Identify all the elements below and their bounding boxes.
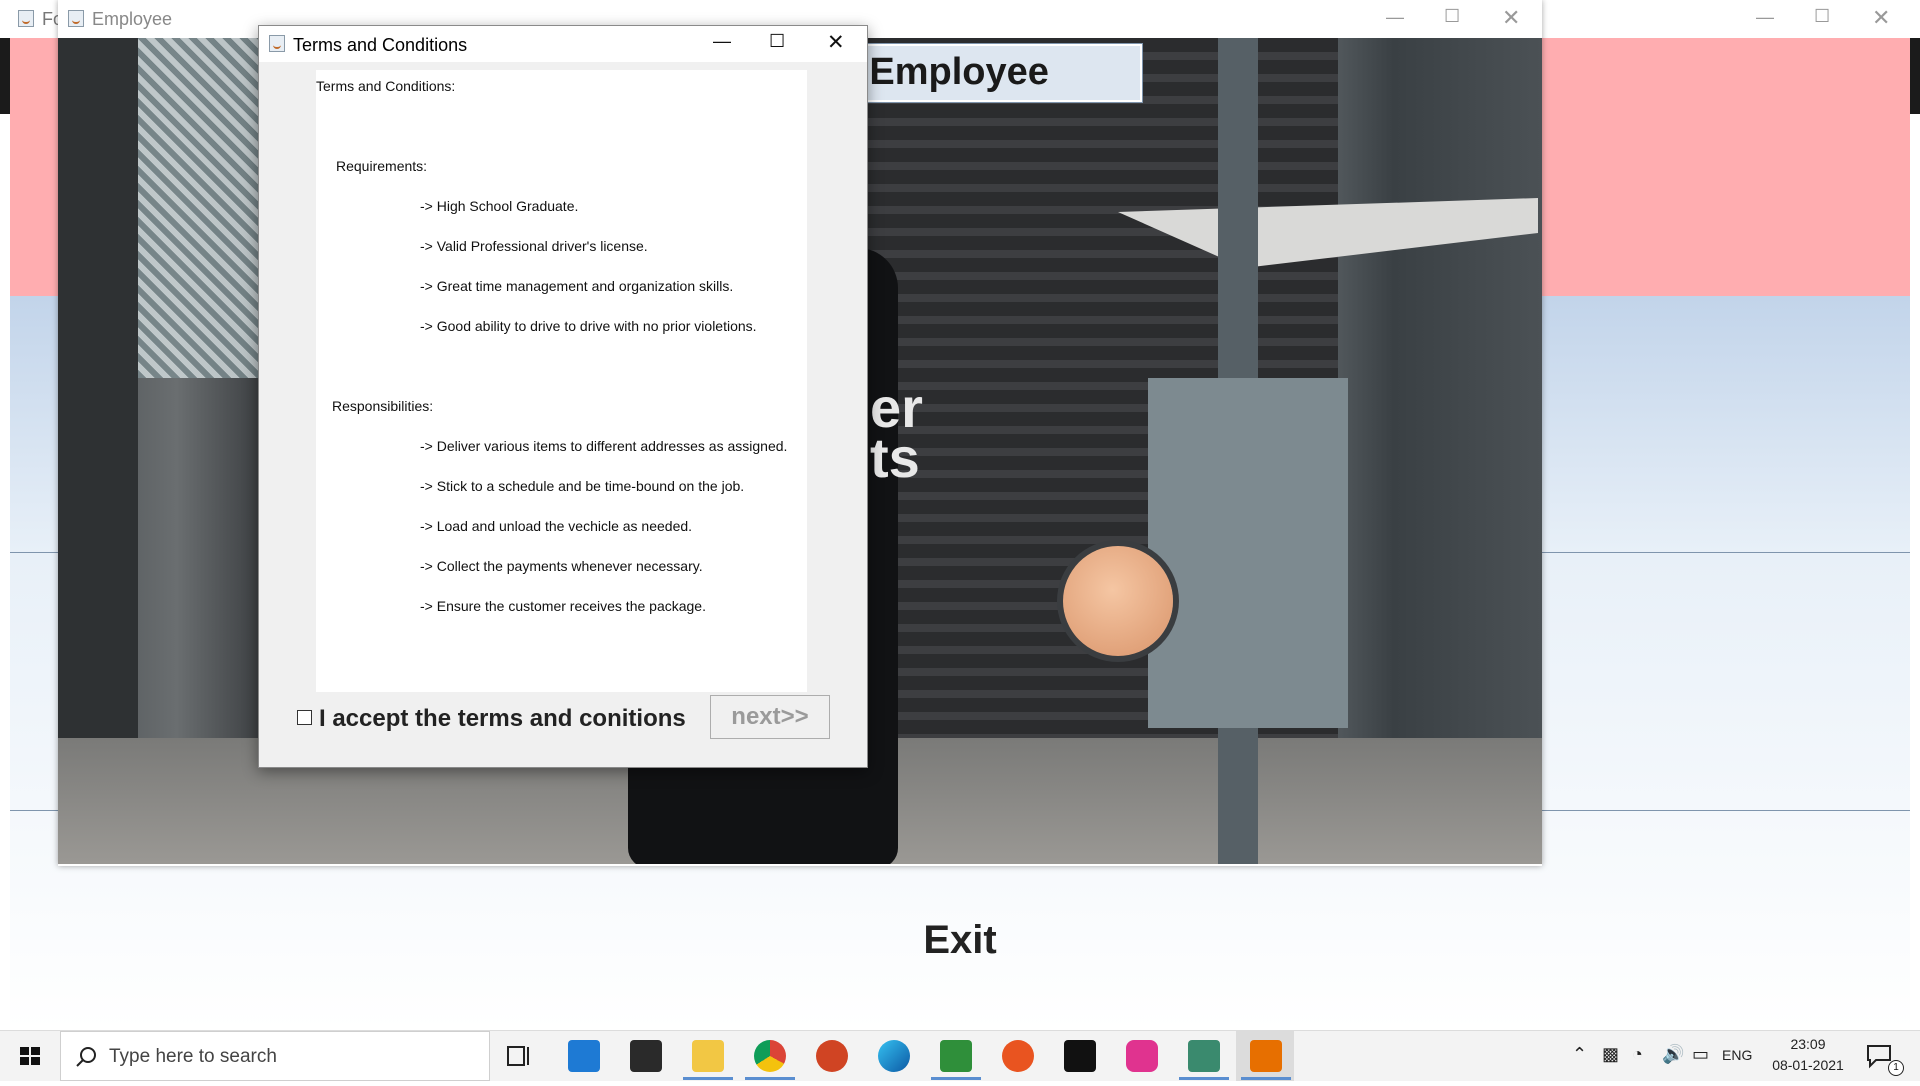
accept-terms-checkbox[interactable] [297, 710, 312, 725]
employee-window-title: Employee [92, 9, 173, 29]
battery-icon[interactable]: ▭ [1692, 1044, 1709, 1065]
terms-dialog-titlebar[interactable]: Terms and Conditions — ☐ ✕ [259, 26, 867, 62]
wamp-icon[interactable] [1126, 1040, 1158, 1072]
taskbar: Type here to search ⌃ ▩ ◔ 🔊 ▭ ENG 23:09 … [0, 1030, 1920, 1081]
employee-heading-button[interactable]: r Employee [857, 43, 1143, 103]
java-app-icon [18, 10, 34, 27]
ubuntu-icon[interactable] [1002, 1040, 1034, 1072]
maximize-icon[interactable]: ☐ [769, 31, 785, 52]
chevron-up-icon[interactable]: ⌃ [1572, 1044, 1587, 1065]
clock-time[interactable]: 23:09 [1768, 1036, 1848, 1052]
terms-dialog: Terms and Conditions — ☐ ✕ Terms and Con… [258, 25, 868, 768]
minimize-icon[interactable]: — [713, 31, 731, 52]
device-icon[interactable]: ▩ [1602, 1044, 1619, 1065]
terminal-icon[interactable] [1064, 1040, 1096, 1072]
minimize-icon[interactable]: — [1386, 7, 1404, 28]
task-view-icon[interactable] [506, 1043, 532, 1069]
language-indicator[interactable]: ENG [1722, 1047, 1752, 1063]
speaker-icon[interactable]: 🔊 [1662, 1044, 1684, 1065]
exit-button[interactable]: Exit [900, 918, 1020, 963]
photo-mailbox [1148, 378, 1348, 728]
terms-line: -> Deliver various items to different ad… [420, 438, 788, 454]
photo-pattern [138, 38, 258, 378]
file-explorer-icon[interactable] [692, 1040, 724, 1072]
requirements-heading: Requirements: [336, 158, 428, 174]
accept-terms-label[interactable]: I accept the terms and conitions [319, 705, 686, 733]
close-icon[interactable]: ✕ [1872, 5, 1890, 31]
java-app-icon [269, 35, 285, 52]
search-icon [76, 1047, 96, 1067]
java-app-icon [68, 10, 84, 27]
dark-edge-right [1910, 38, 1920, 114]
terms-dialog-title: Terms and Conditions [293, 35, 468, 55]
taskbar-search-box[interactable]: Type here to search [60, 1031, 490, 1081]
start-button[interactable] [0, 1031, 60, 1081]
terms-line: -> Collect the payments whenever necessa… [420, 558, 703, 574]
wifi-icon[interactable]: ◔ [1632, 1044, 1643, 1065]
close-icon[interactable]: ✕ [1502, 5, 1520, 31]
clock-date[interactable]: 08-01-2021 [1768, 1057, 1848, 1073]
terms-line: -> Stick to a schedule and be time-bound… [420, 478, 745, 494]
photo-lamp [1063, 546, 1173, 656]
maximize-icon[interactable]: ☐ [1444, 6, 1460, 27]
edge-icon[interactable] [878, 1040, 910, 1072]
notepad-plus-icon[interactable] [940, 1040, 972, 1072]
minimize-icon[interactable]: — [1756, 7, 1774, 28]
terms-text-area[interactable]: Terms and Conditions: Requirements: -> H… [316, 70, 807, 692]
powerpoint-icon[interactable] [816, 1040, 848, 1072]
terms-line: -> Valid Professional driver's license. [420, 238, 648, 254]
terms-line: -> Ensure the customer receives the pack… [420, 598, 706, 614]
store-icon[interactable] [630, 1040, 662, 1072]
windows-logo-icon [20, 1047, 40, 1065]
terms-line: -> Load and unload the vechicle as neede… [420, 518, 693, 534]
responsibilities-heading: Responsibilities: [332, 398, 434, 414]
close-icon[interactable]: ✕ [827, 30, 845, 55]
notification-count-badge: 1 [1888, 1060, 1904, 1076]
app-icon[interactable] [1188, 1040, 1220, 1072]
terms-line: -> Good ability to drive to drive with n… [420, 318, 757, 334]
dark-edge-left [0, 38, 10, 114]
chrome-icon[interactable] [754, 1040, 786, 1072]
terms-heading: Terms and Conditions: [316, 78, 456, 94]
java-icon[interactable] [1250, 1040, 1282, 1072]
mail-icon[interactable] [568, 1040, 600, 1072]
terms-line: -> High School Graduate. [420, 198, 579, 214]
search-placeholder: Type here to search [109, 1046, 277, 1067]
terms-line: -> Great time management and organizatio… [420, 278, 734, 294]
photo-jacket-text: er ts [870, 376, 923, 489]
maximize-icon[interactable]: ☐ [1814, 6, 1830, 27]
next-button[interactable]: next>> [710, 695, 830, 739]
